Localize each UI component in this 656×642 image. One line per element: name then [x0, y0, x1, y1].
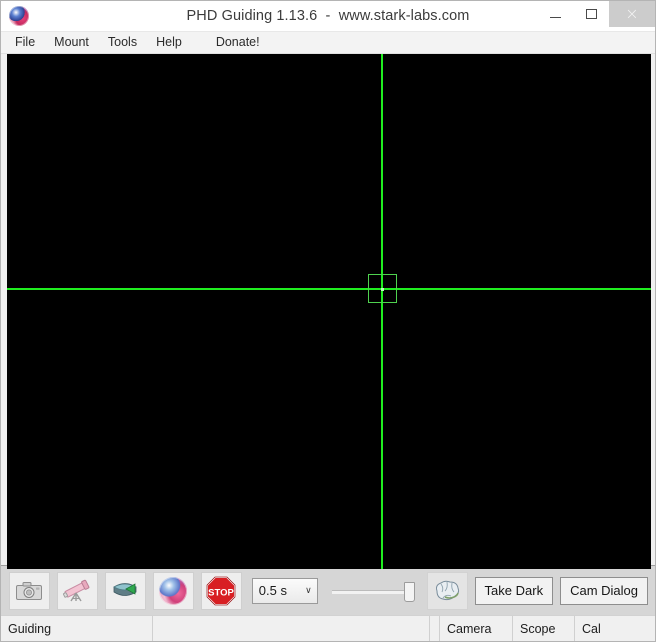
phd-logo-icon: [159, 576, 188, 605]
minimize-icon: [549, 16, 561, 18]
menu-item-help[interactable]: Help: [152, 33, 191, 52]
gain-slider[interactable]: [331, 578, 415, 604]
crosshair-vertical-line: [381, 54, 383, 569]
phd-guiding-window: PHD Guiding 1.13.6 - www.stark-labs.com …: [0, 0, 656, 642]
guide-image-canvas[interactable]: [7, 54, 651, 569]
maximize-icon: [585, 9, 597, 19]
menu-item-tools[interactable]: Tools: [104, 33, 146, 52]
menu-item-file[interactable]: File: [11, 33, 44, 52]
status-camera: Camera: [440, 616, 513, 641]
cam-dialog-button[interactable]: Cam Dialog: [560, 576, 648, 605]
take-dark-button[interactable]: Take Dark: [474, 576, 554, 605]
status-spacer: [430, 616, 440, 641]
status-message: [153, 616, 430, 641]
close-button[interactable]: ×: [609, 1, 655, 27]
connect-camera-button[interactable]: [9, 571, 50, 610]
canvas-area: [1, 54, 655, 569]
stop-button[interactable]: STOP: [200, 571, 242, 610]
maximize-button[interactable]: [573, 1, 609, 27]
status-guiding: Guiding: [1, 616, 153, 641]
svg-text:STOP: STOP: [208, 587, 234, 598]
guide-star-point: [381, 288, 384, 291]
gain-slider-thumb[interactable]: [403, 581, 415, 602]
status-cal: Cal: [582, 621, 601, 636]
connect-scope-button[interactable]: [56, 571, 98, 610]
chevron-down-icon: ∨: [305, 585, 312, 595]
menu-bar: File Mount Tools Help Donate!: [1, 32, 655, 54]
gain-slider-track: [331, 589, 415, 594]
telescope-icon: [63, 579, 90, 601]
stop-sign-icon: STOP: [206, 575, 237, 606]
exposure-duration-value: 0.5 s: [258, 583, 287, 598]
minimize-button[interactable]: [537, 1, 573, 27]
status-scope: Scope: [513, 616, 575, 641]
brain-icon: [436, 580, 460, 600]
guide-button[interactable]: [152, 571, 194, 610]
bottom-toolbar: STOP 0.5 s ∨ Take Dark Cam Dialog: [1, 565, 655, 615]
menu-item-mount[interactable]: Mount: [50, 33, 98, 52]
crosshair-horizontal-line: [7, 288, 651, 290]
menu-item-donate[interactable]: Donate!: [212, 33, 269, 52]
loop-arrow-icon: [113, 582, 138, 596]
advanced-settings-button[interactable]: [426, 571, 468, 610]
loop-exposure-button[interactable]: [104, 571, 146, 610]
status-bar: Guiding Camera Scope Cal: [1, 615, 655, 641]
camera-icon: [16, 581, 43, 600]
close-icon: ×: [625, 4, 639, 23]
title-bar: PHD Guiding 1.13.6 - www.stark-labs.com …: [1, 1, 655, 32]
exposure-duration-select[interactable]: 0.5 s ∨: [251, 577, 318, 604]
